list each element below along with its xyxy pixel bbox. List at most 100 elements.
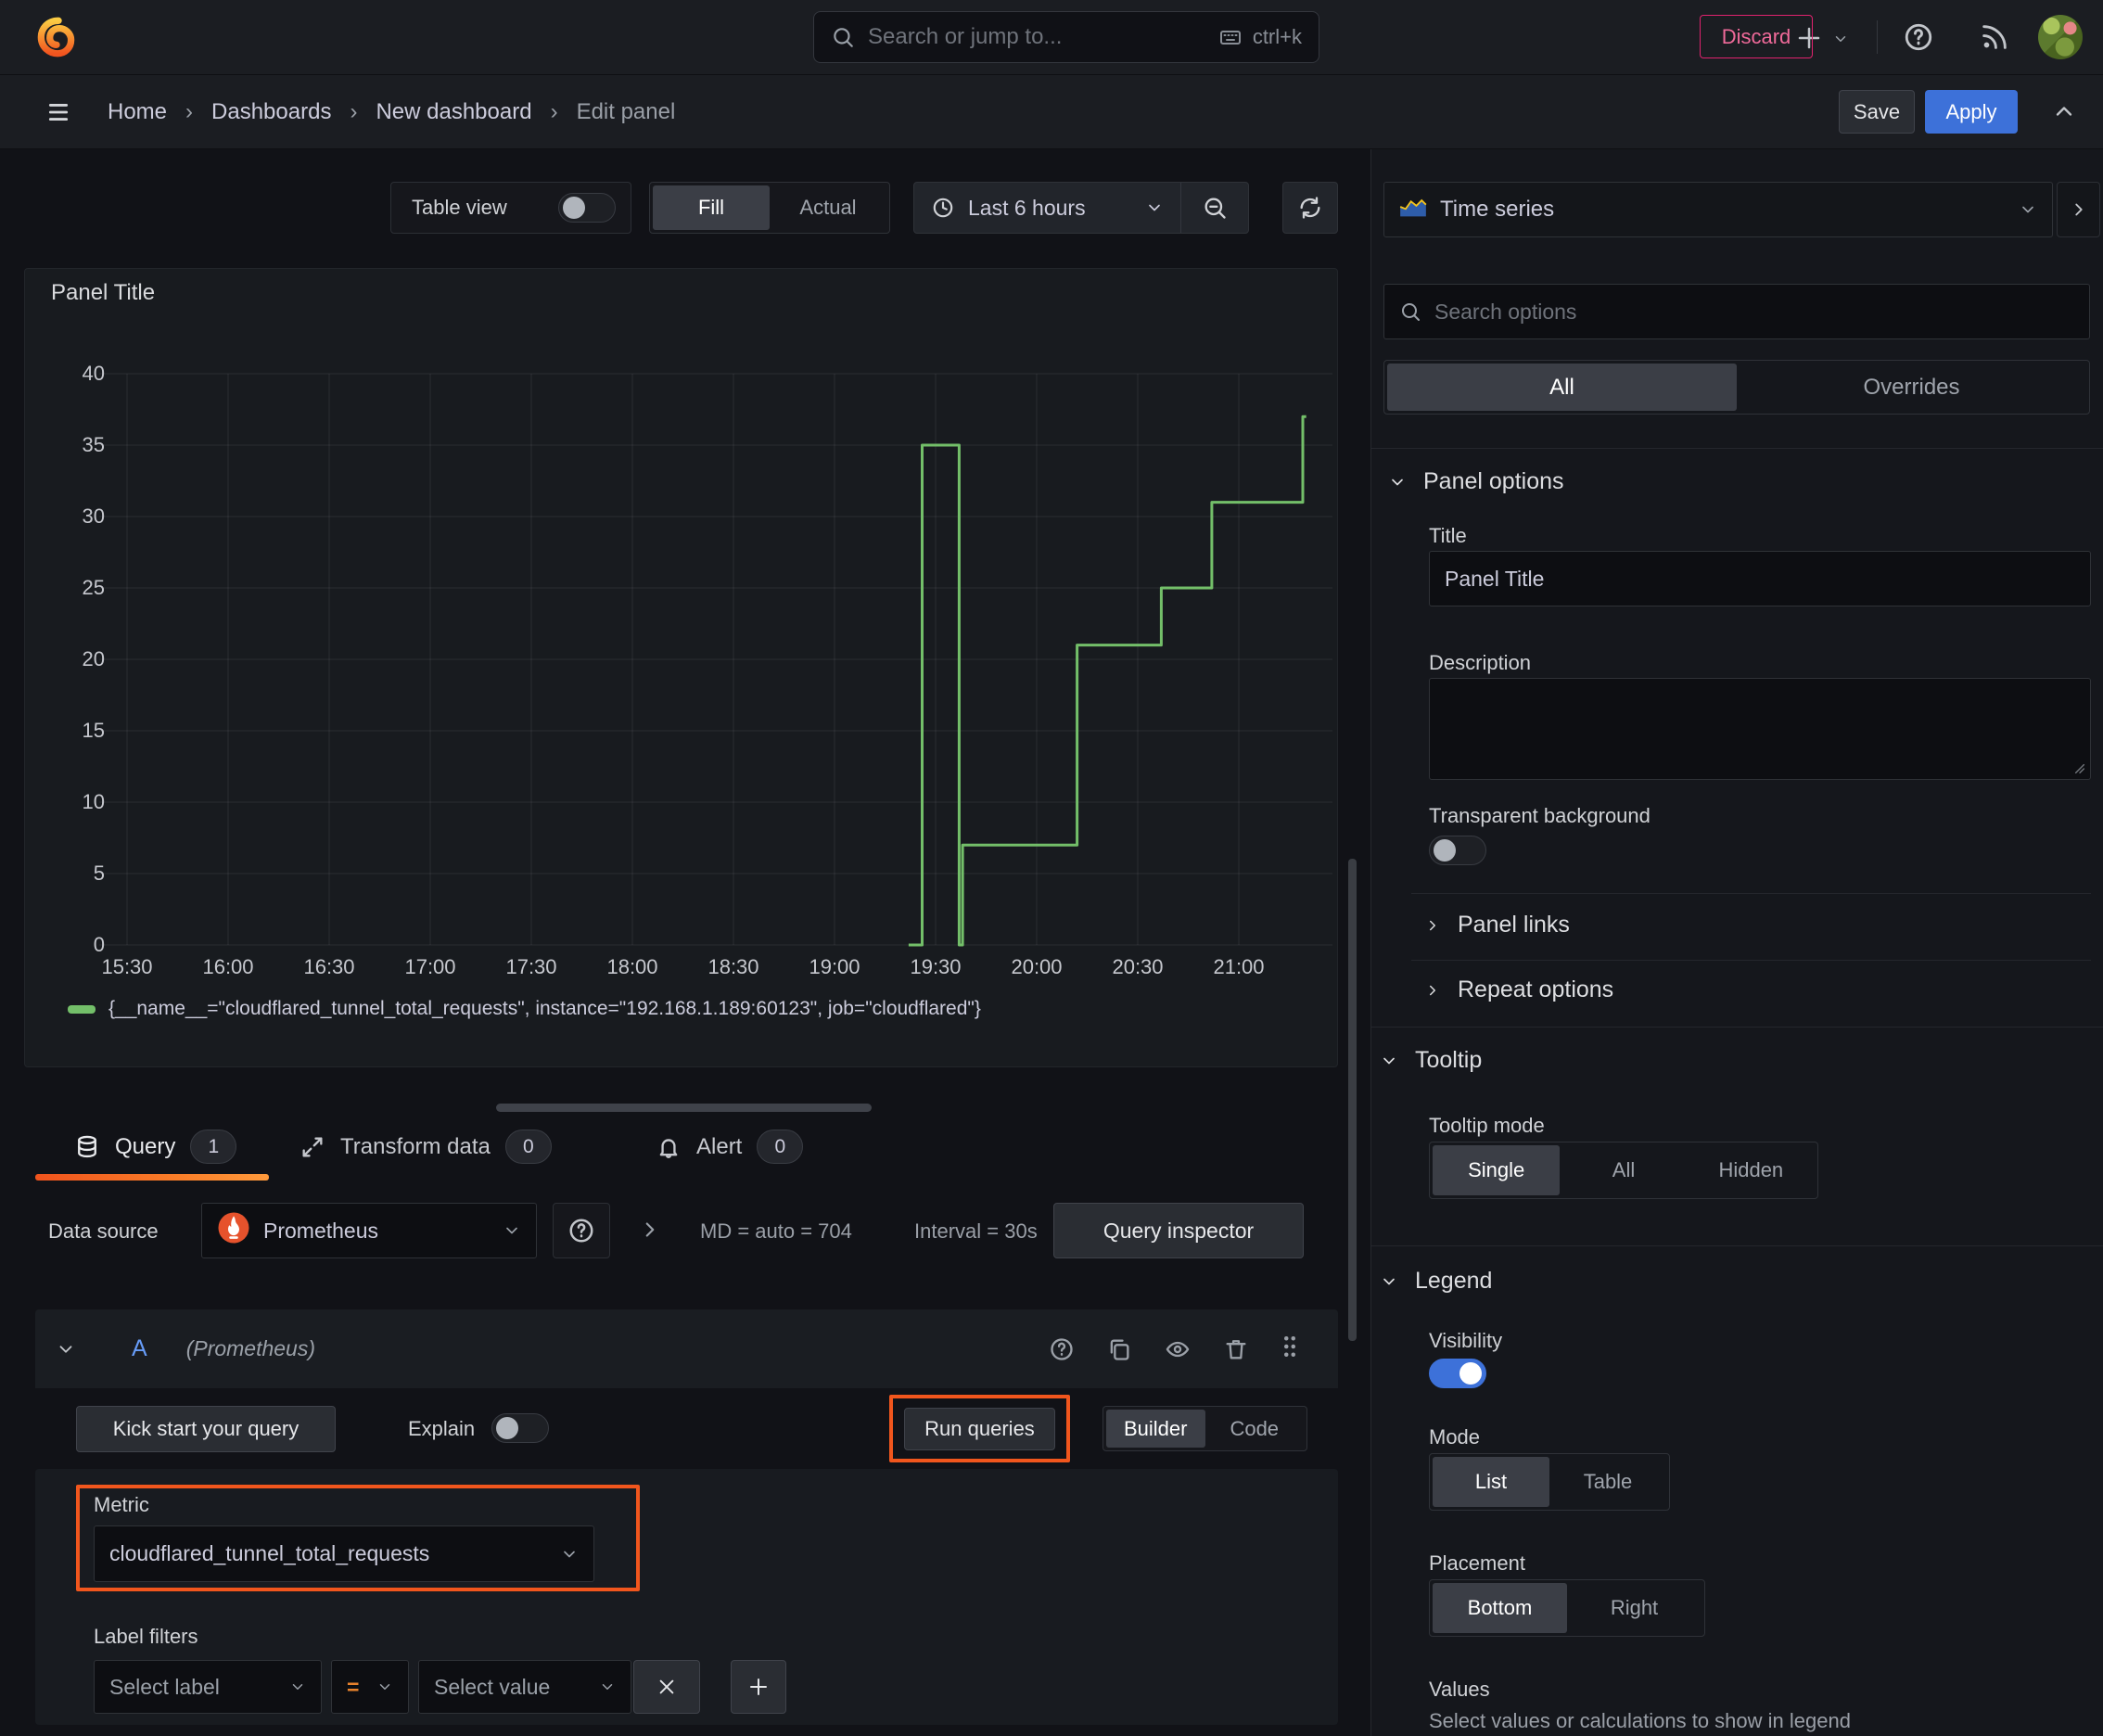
- x-tick-label: 19:30: [910, 955, 962, 978]
- select-label-dropdown[interactable]: Select label: [94, 1660, 322, 1714]
- toggle-visibility-eye-icon[interactable]: [1164, 1336, 1192, 1362]
- time-range-picker[interactable]: Last 6 hours: [914, 183, 1180, 233]
- x-tick-label: 20:30: [1112, 955, 1164, 978]
- collapse-options-chevron-right-button[interactable]: [2057, 182, 2100, 237]
- x-tick-label: 15:30: [101, 955, 153, 978]
- tab-alert[interactable]: Alert 0: [656, 1130, 804, 1164]
- builder-segment[interactable]: Builder: [1106, 1410, 1205, 1448]
- database-icon: [74, 1134, 100, 1160]
- delete-query-trash-icon[interactable]: [1223, 1336, 1249, 1362]
- options-search-box[interactable]: [1383, 284, 2090, 339]
- collapse-header-chevron-up-icon[interactable]: [2051, 98, 2077, 124]
- rss-icon[interactable]: [1979, 21, 2010, 53]
- query-datasource-hint: (Prometheus): [185, 1336, 316, 1360]
- add-filter-button[interactable]: [731, 1660, 786, 1714]
- tab-all[interactable]: All: [1387, 364, 1737, 411]
- tab-query[interactable]: Query 1: [74, 1130, 237, 1164]
- datasource-help-button[interactable]: [553, 1203, 610, 1258]
- y-axis: 0 5 10 15 20 25 30 35 40: [34, 362, 105, 956]
- visualization-picker[interactable]: Time series: [1383, 182, 2053, 237]
- datasource-picker[interactable]: Prometheus: [201, 1203, 537, 1258]
- transparent-background-toggle[interactable]: [1429, 836, 1486, 865]
- legend-placement-segmented: Bottom Right: [1429, 1579, 1705, 1637]
- repeat-options-section-header[interactable]: Repeat options: [1424, 976, 1613, 1003]
- x-tick-label: 17:30: [505, 955, 557, 978]
- legend-series-label: {__name__="cloudflared_tunnel_total_requ…: [108, 998, 981, 1019]
- operator-dropdown[interactable]: =: [331, 1660, 409, 1714]
- breadcrumb-dashboards[interactable]: Dashboards: [211, 99, 331, 125]
- help-icon[interactable]: [1903, 21, 1934, 53]
- query-help-icon[interactable]: [1049, 1336, 1075, 1362]
- legend-mode-table[interactable]: Table: [1549, 1457, 1666, 1507]
- panel-options-title: Panel options: [1423, 468, 1564, 494]
- operator-value: =: [347, 1674, 360, 1699]
- transform-icon: [300, 1134, 325, 1160]
- legend-visibility-toggle[interactable]: [1429, 1359, 1486, 1388]
- breadcrumb-new-dashboard[interactable]: New dashboard: [376, 99, 531, 125]
- options-search-input[interactable]: [1434, 299, 2074, 325]
- legend-mode-list[interactable]: List: [1433, 1457, 1549, 1507]
- x-tick-label: 19:00: [809, 955, 860, 978]
- menu-hamburger-icon[interactable]: [45, 100, 72, 124]
- refresh-button[interactable]: [1282, 182, 1338, 234]
- legend-placement-right[interactable]: Right: [1567, 1583, 1702, 1633]
- vertical-scrollbar-thumb[interactable]: [1348, 859, 1357, 1341]
- y-tick-label: 10: [82, 790, 105, 813]
- tooltip-mode-single[interactable]: Single: [1433, 1145, 1561, 1195]
- actual-segment[interactable]: Actual: [770, 185, 886, 230]
- avatar[interactable]: [2038, 15, 2083, 59]
- panel-links-section-header[interactable]: Panel links: [1424, 912, 1570, 938]
- kick-start-query-button[interactable]: Kick start your query: [76, 1406, 336, 1452]
- chart-plot[interactable]: [99, 367, 1332, 951]
- description-textarea[interactable]: [1445, 688, 2075, 770]
- zoom-out-button[interactable]: [1181, 183, 1248, 233]
- panel-resize-handle[interactable]: [496, 1104, 872, 1112]
- drag-handle-grip-icon[interactable]: [1281, 1333, 1299, 1365]
- run-queries-button[interactable]: Run queries: [904, 1408, 1055, 1450]
- tab-overrides[interactable]: Overrides: [1737, 364, 2086, 411]
- code-segment[interactable]: Code: [1205, 1410, 1305, 1448]
- resize-corner-icon[interactable]: [2073, 762, 2086, 775]
- global-search-box[interactable]: ctrl+k: [813, 11, 1319, 63]
- remove-filter-button[interactable]: [633, 1660, 700, 1714]
- breadcrumb-home[interactable]: Home: [108, 99, 167, 125]
- table-view-label: Table view: [412, 196, 507, 219]
- tooltip-mode-segmented: Single All Hidden: [1429, 1142, 1818, 1199]
- explain-toggle[interactable]: [491, 1413, 549, 1443]
- datasource-chevron-down-icon: [503, 1221, 521, 1240]
- panel-title[interactable]: Panel Title: [51, 280, 155, 306]
- legend-section-header[interactable]: Legend: [1380, 1268, 1492, 1295]
- legend-item[interactable]: {__name__="cloudflared_tunnel_total_requ…: [68, 998, 981, 1020]
- x-axis: 15:30 16:00 16:30 17:00 17:30 18:00 18:30 19:00…: [99, 955, 1332, 985]
- label-filters-label: Label filters: [94, 1625, 198, 1648]
- tab-transform[interactable]: Transform data 0: [300, 1130, 552, 1164]
- fill-segment[interactable]: Fill: [653, 185, 770, 230]
- query-inspector-button[interactable]: Query inspector: [1053, 1203, 1304, 1258]
- legend-placement-bottom[interactable]: Bottom: [1433, 1583, 1567, 1633]
- tooltip-mode-hidden[interactable]: Hidden: [1688, 1145, 1815, 1195]
- panel-title-field: [1429, 551, 2091, 606]
- panel-title-input[interactable]: [1445, 566, 2075, 592]
- tab-query-label: Query: [115, 1133, 176, 1159]
- query-row-header[interactable]: A (Prometheus): [35, 1309, 1338, 1388]
- breadcrumb: Home › Dashboards › New dashboard › Edit…: [108, 75, 675, 149]
- select-value-dropdown[interactable]: Select value: [418, 1660, 631, 1714]
- save-button[interactable]: Save: [1839, 90, 1915, 134]
- global-search-input[interactable]: [868, 24, 1204, 50]
- discard-button[interactable]: Discard: [1700, 15, 1813, 58]
- table-view-toggle[interactable]: [558, 193, 616, 223]
- transparent-background-label: Transparent background: [1429, 804, 1651, 827]
- query-collapse-chevron-down-icon[interactable]: [56, 1339, 76, 1359]
- duplicate-query-icon[interactable]: [1106, 1336, 1132, 1362]
- tooltip-section-header[interactable]: Tooltip: [1380, 1047, 1482, 1074]
- add-chevron-down-icon[interactable]: [1832, 31, 1849, 47]
- chevron-down-icon: [1380, 1272, 1398, 1291]
- query-options-chevron-right-icon[interactable]: [638, 1218, 662, 1242]
- chevron-right-icon: [1424, 917, 1441, 934]
- apply-button[interactable]: Apply: [1925, 90, 2018, 134]
- metric-select[interactable]: cloudflared_tunnel_total_requests: [94, 1525, 594, 1582]
- breadcrumb-separator: ›: [185, 99, 194, 124]
- tooltip-mode-all[interactable]: All: [1560, 1145, 1687, 1195]
- panel-options-section-header[interactable]: Panel options: [1388, 468, 1564, 495]
- grafana-logo-icon[interactable]: [35, 14, 78, 65]
